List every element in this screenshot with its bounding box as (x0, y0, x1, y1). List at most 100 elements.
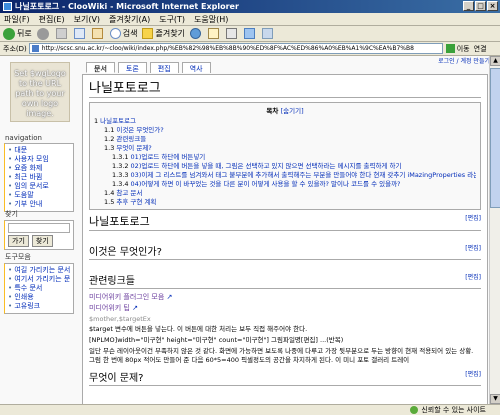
search-button[interactable]: 검색 (109, 28, 137, 39)
related-link[interactable]: 미디어위키 플러그인 모음 ↗ (89, 292, 481, 303)
tab-history[interactable]: 역사 (181, 62, 211, 73)
toc-item[interactable]: 1.4 참고 문서 (94, 189, 476, 198)
code-line: $mother,$targetEx (89, 315, 151, 323)
refresh-button[interactable] (73, 28, 87, 39)
toc-item[interactable]: 1.5 추후 구현 계획 (94, 198, 476, 207)
edit-section-link[interactable]: [편집] (465, 243, 481, 252)
security-zone: 신뢰할 수 있는 사이트 (410, 405, 486, 415)
window-controls: _ □ × (463, 1, 498, 11)
menu-view[interactable]: 보기(V) (74, 14, 100, 25)
ie-app-icon (3, 2, 12, 11)
toc-list: 1 나닐포토로그 1.1 이것은 무엇인가? 1.2 관련링크들 1.3 무엇이 문제? 1.3… (94, 117, 476, 207)
menu-edit[interactable]: 편집(E) (39, 14, 65, 25)
page-content: Set $wgLogo to the URL path to your own … (0, 56, 500, 404)
toc-hide-link[interactable]: [숨기기] (281, 107, 304, 115)
edit-section-link[interactable]: [편집] (465, 272, 481, 281)
tool-recentchangeslinked[interactable]: 여기서 가리키는 문서 (8, 275, 70, 284)
discuss-button[interactable] (261, 28, 275, 39)
tool-specialpages[interactable]: 특수 문서 (8, 284, 70, 293)
toc-item[interactable]: 1.2 관련링크들 (94, 135, 476, 144)
address-bar: 주소(D) http://scsc.snu.ac.kr/~cloo/wiki/i… (0, 42, 500, 56)
personal-tools: 로그인 / 계정 만들기 (438, 56, 490, 65)
login-link[interactable]: 로그인 / 계정 만들기 (438, 58, 490, 65)
mail-icon (207, 28, 219, 39)
status-bar: 신뢰할 수 있는 사이트 (0, 404, 500, 415)
tool-whatlinkshere[interactable]: 여길 가리키는 문서 (8, 266, 70, 275)
nav-item-current-events[interactable]: 요즘 화제 (8, 164, 70, 173)
nav-item-community[interactable]: 사용자 모임 (8, 155, 70, 164)
paragraph: $target 변수에 버튼을 넣는다. 이 버튼에 대한 처리는 보두 직접 … (89, 325, 308, 333)
paragraph: 일단 무슨 레이아웃이건 부족하지 않은 것 같다. 화면에 가능하면 보도록 … (89, 347, 474, 364)
toc-item[interactable]: 1 나닐포토로그 (94, 117, 476, 126)
menu-file[interactable]: 파일(F) (4, 14, 30, 25)
edit-section-link[interactable]: [편집] (465, 213, 481, 222)
nav-item-random[interactable]: 임의 문서로 (8, 182, 70, 191)
minimize-button[interactable]: _ (463, 1, 474, 11)
related-link[interactable]: 미디어위키 팁 ↗ (89, 303, 481, 314)
tools-portlet: 도구모음 여길 가리키는 문서 여기서 가리키는 문서 특수 문서 인쇄용 고유… (4, 252, 74, 314)
home-button[interactable] (91, 28, 105, 39)
mail-button[interactable] (207, 28, 221, 39)
toc-item[interactable]: 1.3.1 01)업로드 하단에 버튼넣기 (94, 153, 476, 162)
search-go-button[interactable]: 가기 (8, 235, 29, 247)
toc-item[interactable]: 1.3.2 02)업로드 하단에 버튼을 넣을 때, 그림은 선택하고 있지 않으… (94, 162, 476, 171)
search-input[interactable] (8, 223, 70, 233)
tools-title: 도구모음 (5, 253, 31, 261)
address-label: 주소(D) (3, 44, 27, 53)
toc-item[interactable]: 1.3.4 04)어떻게 하면 이 바꾸었는 것을 다른 분이 어떻게 사용을 할… (94, 180, 476, 189)
tab-discussion[interactable]: 토론 (117, 62, 147, 73)
navigation-title: navigation (5, 134, 42, 142)
tool-permalink[interactable]: 고유링크 (8, 302, 70, 311)
search-fulltext-button[interactable]: 찾기 (31, 235, 53, 247)
refresh-icon (73, 28, 85, 39)
menu-tools[interactable]: 도구(T) (159, 14, 185, 25)
stop-button[interactable] (55, 28, 69, 39)
back-button[interactable]: 뒤로 (3, 27, 32, 40)
toc-title: 목차 [숨기기] (266, 107, 304, 115)
back-arrow-icon (3, 27, 15, 40)
toc-item[interactable]: 1.3.3 03)이제 그 리스트를 넘겨와서 태그 붙부분에 추가해서 출력해주… (94, 171, 476, 180)
menu-help[interactable]: 도움말(H) (194, 14, 228, 25)
home-icon (91, 28, 103, 39)
edit-button[interactable] (243, 28, 257, 39)
edit-section-link[interactable]: [편집] (465, 369, 481, 378)
trusted-zone-icon (410, 406, 419, 414)
stop-icon (55, 28, 67, 39)
tab-article[interactable]: 문서 (86, 62, 115, 73)
scroll-down-icon[interactable]: ▼ (490, 394, 500, 404)
scroll-thumb[interactable] (490, 68, 500, 208)
address-input[interactable]: http://scsc.snu.ac.kr/~cloo/wiki/index.p… (28, 43, 443, 54)
tool-printable[interactable]: 인쇄용 (8, 293, 70, 302)
external-link-icon: ↗ (132, 304, 138, 312)
maximize-button[interactable]: □ (475, 1, 486, 11)
paragraph: [NPLMO]width="미구현" height="미구현" count="미… (89, 336, 344, 344)
toc-item[interactable]: 1.3 무엇이 문제? (94, 144, 476, 153)
edit-icon (243, 28, 255, 39)
nav-item-recent-changes[interactable]: 최근 바뀜 (8, 173, 70, 182)
search-buttons: 가기 찾기 (8, 235, 70, 247)
go-button[interactable]: 이동 (445, 44, 470, 54)
search-box: 가기 찾기 (4, 220, 74, 250)
menu-favorites[interactable]: 즐겨찾기(A) (109, 14, 150, 25)
links-button[interactable]: 연결 (474, 44, 487, 54)
title-bar: 나닐포토로그 - ClooWiki - Microsoft Internet E… (0, 0, 500, 13)
toc-item[interactable]: 1.1 이것은 무엇인가? (94, 126, 476, 135)
forward-button[interactable] (36, 27, 51, 40)
site-logo[interactable]: Set $wgLogo to the URL path to your own … (10, 62, 70, 122)
article-body: 나닐포토로그 목차 [숨기기] 1 나닐포토로그 1.1 이것은 무엇인가? 1.2 관련… (82, 74, 488, 404)
close-button[interactable]: × (487, 1, 498, 11)
favorites-button[interactable]: 즐겨찾기 (142, 28, 185, 39)
vertical-scrollbar[interactable]: ▲ ▼ (489, 56, 500, 404)
tab-edit[interactable]: 편집 (149, 62, 179, 73)
media-icon (189, 28, 201, 39)
search-icon (109, 28, 121, 39)
nav-item-help[interactable]: 도움말 (8, 191, 70, 200)
navigation-portlet: navigation 대문 사용자 모임 요즘 화제 최근 바뀜 임의 문서로 … (4, 134, 74, 212)
page-icon (31, 45, 39, 52)
search-portlet: 찾기 가기 찾기 (4, 209, 74, 250)
nav-item-donate[interactable]: 기부 안내 (8, 200, 70, 209)
media-button[interactable] (189, 28, 203, 39)
nav-item-main[interactable]: 대문 (8, 146, 70, 155)
scroll-up-icon[interactable]: ▲ (490, 56, 500, 66)
print-button[interactable] (225, 28, 239, 39)
